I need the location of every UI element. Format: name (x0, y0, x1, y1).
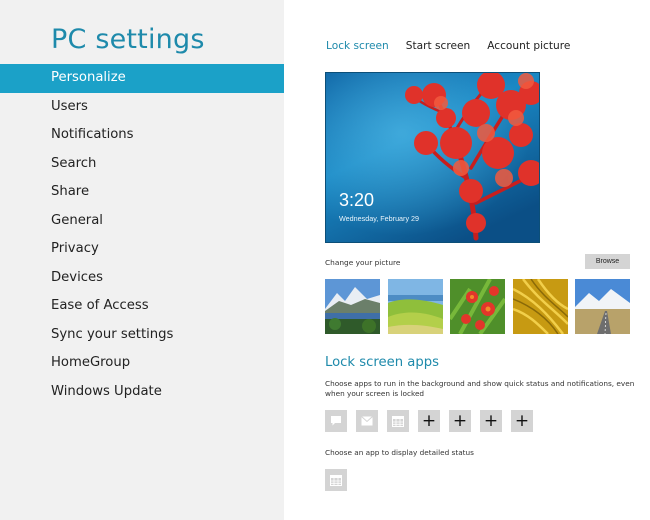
mail-app-slot[interactable] (356, 410, 378, 432)
nav-item-users[interactable]: Users (0, 93, 284, 122)
green-hills-thumbnail[interactable] (387, 279, 443, 334)
nav-item-homegroup[interactable]: HomeGroup (0, 349, 284, 378)
add-app-slot[interactable]: + (480, 410, 502, 432)
lock-screen-date: Wednesday, February 29 (339, 214, 420, 223)
nav-item-personalize[interactable]: Personalize (0, 64, 284, 93)
add-app-slot[interactable]: + (418, 410, 440, 432)
plus-icon: + (421, 410, 437, 431)
plus-icon: + (483, 410, 499, 431)
plus-icon: + (514, 410, 530, 431)
lock-screen-apps-description: Choose apps to run in the background and… (325, 379, 635, 398)
nav-item-search[interactable]: Search (0, 150, 284, 179)
picture-thumbnails (325, 279, 638, 334)
detailed-status-app-slot[interactable] (325, 469, 347, 491)
nav-item-ease-of-access[interactable]: Ease of Access (0, 292, 284, 321)
personalize-tabs: Lock screen Start screen Account picture (326, 40, 587, 52)
lock-screen-app-slots: + + + + (325, 410, 542, 432)
nav-item-sync-settings[interactable]: Sync your settings (0, 321, 284, 350)
page-title: PC settings (51, 24, 205, 55)
tab-start-screen[interactable]: Start screen (406, 40, 470, 52)
calendar-icon (392, 415, 404, 427)
change-picture-label: Change your picture (325, 258, 401, 267)
mail-icon (361, 416, 373, 426)
plus-icon: + (452, 410, 468, 431)
tab-lock-screen[interactable]: Lock screen (326, 40, 389, 52)
golden-grass-thumbnail[interactable] (512, 279, 568, 334)
settings-nav-pane: PC settings Personalize Users Notificati… (0, 0, 284, 520)
add-app-slot[interactable]: + (511, 410, 533, 432)
messaging-app-slot[interactable] (325, 410, 347, 432)
tab-account-picture[interactable]: Account picture (487, 40, 570, 52)
red-flowers-thumbnail[interactable] (450, 279, 505, 334)
lock-screen-preview: 3:20 Wednesday, February 29 (325, 72, 540, 243)
settings-nav-list: Personalize Users Notifications Search S… (0, 64, 284, 406)
mountain-lake-thumbnail[interactable] (325, 279, 380, 334)
personalize-content: Lock screen Start screen Account picture (285, 0, 650, 520)
add-app-slot[interactable]: + (449, 410, 471, 432)
nav-item-notifications[interactable]: Notifications (0, 121, 284, 150)
nav-item-share[interactable]: Share (0, 178, 284, 207)
browse-button[interactable]: Browse (585, 254, 630, 269)
lock-screen-apps-title: Lock screen apps (325, 355, 439, 370)
messaging-icon (331, 416, 341, 426)
calendar-icon (330, 474, 342, 486)
nav-item-general[interactable]: General (0, 207, 284, 236)
nav-item-windows-update[interactable]: Windows Update (0, 378, 284, 407)
mountain-road-thumbnail[interactable] (575, 279, 630, 334)
nav-item-devices[interactable]: Devices (0, 264, 284, 293)
nav-item-privacy[interactable]: Privacy (0, 235, 284, 264)
calendar-app-slot[interactable] (387, 410, 409, 432)
lock-screen-time: 3:20 (339, 190, 375, 210)
detailed-status-label: Choose an app to display detailed status (325, 448, 474, 457)
